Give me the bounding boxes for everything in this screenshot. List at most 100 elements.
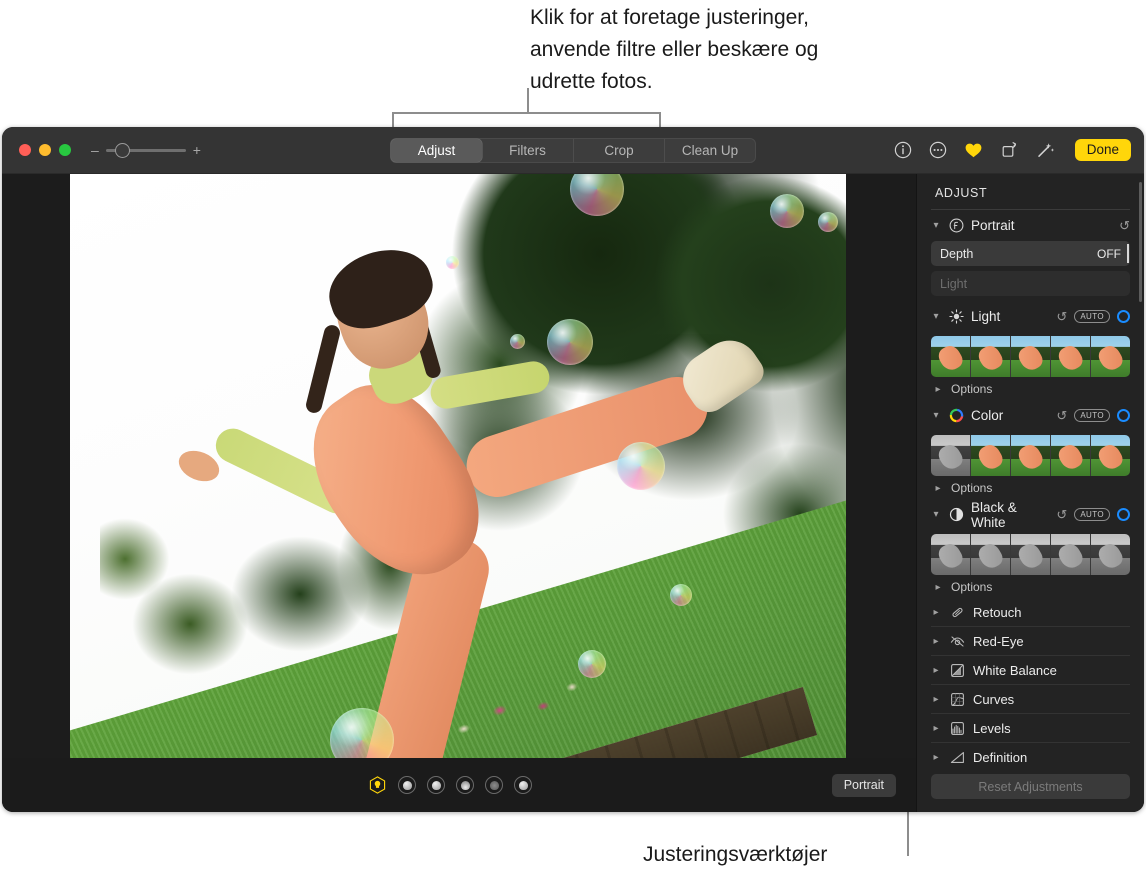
tab-crop[interactable]: Crop — [573, 139, 664, 162]
zoom-slider-knob[interactable] — [115, 143, 130, 158]
chevron-right-icon[interactable]: ▸ — [933, 582, 943, 593]
section-portrait-controls: ↺ — [1119, 218, 1130, 234]
minimize-window-button[interactable] — [39, 144, 51, 156]
portrait-mode-badge[interactable]: Portrait — [832, 774, 896, 797]
light-options-row[interactable]: ▸ Options — [931, 378, 1130, 400]
section-black-and-white-label: Black & White — [971, 500, 1049, 530]
section-white-balance[interactable]: ▸ White Balance — [931, 656, 1130, 685]
chevron-right-icon[interactable]: ▸ — [931, 607, 941, 618]
color-preview-frame[interactable] — [1011, 435, 1051, 476]
section-levels[interactable]: ▸ Levels — [931, 714, 1130, 743]
high-key-light-mono-icon[interactable] — [514, 776, 532, 794]
studio-light-icon[interactable] — [398, 776, 416, 794]
color-preview-frame[interactable] — [1051, 435, 1091, 476]
white-balance-icon — [949, 662, 965, 678]
section-retouch[interactable]: ▸ Retouch — [931, 598, 1130, 627]
photo-canvas[interactable]: Portrait — [2, 174, 916, 812]
chevron-right-icon[interactable]: ▸ — [931, 723, 941, 734]
light-preview-frame[interactable] — [931, 336, 971, 377]
chevron-right-icon[interactable]: ▸ — [931, 752, 941, 763]
chevron-right-icon[interactable]: ▸ — [931, 694, 941, 705]
bw-preview-frame[interactable] — [1091, 534, 1130, 575]
bottom-callout-text: Justeringsværktøjer — [643, 839, 827, 871]
favorite-heart-icon[interactable] — [964, 141, 983, 159]
auto-button[interactable]: AUTO — [1074, 310, 1110, 323]
section-curves[interactable]: ▸ Curves — [931, 685, 1130, 714]
edited-photo[interactable] — [70, 174, 846, 758]
auto-button[interactable]: AUTO — [1074, 409, 1110, 422]
close-window-button[interactable] — [19, 144, 31, 156]
light-preview-frame[interactable] — [971, 336, 1011, 377]
chevron-down-icon[interactable]: ▾ — [931, 311, 941, 322]
tab-clean-up[interactable]: Clean Up — [664, 139, 755, 162]
tab-filters[interactable]: Filters — [482, 139, 573, 162]
done-button[interactable]: Done — [1075, 139, 1131, 161]
enable-toggle-ring[interactable] — [1117, 508, 1130, 521]
chevron-right-icon[interactable]: ▸ — [933, 384, 943, 395]
lighting-effect-options[interactable] — [368, 776, 532, 795]
section-definition[interactable]: ▸ Definition — [931, 743, 1130, 764]
chevron-down-icon[interactable]: ▾ — [931, 410, 941, 421]
section-red-eye[interactable]: ▸ Red-Eye — [931, 627, 1130, 656]
tab-adjust[interactable]: Adjust — [391, 139, 482, 162]
more-options-icon[interactable] — [929, 141, 947, 159]
zoom-slider[interactable]: – + — [91, 145, 201, 155]
traffic-light-buttons — [19, 144, 71, 156]
chevron-right-icon[interactable]: ▸ — [931, 636, 941, 647]
section-black-and-white-header[interactable]: ▾ Black & White ↺ AUTO — [931, 499, 1130, 530]
revert-icon[interactable]: ↺ — [1056, 309, 1067, 325]
light-preview-strip[interactable] — [931, 336, 1130, 377]
zoom-slider-track[interactable] — [106, 149, 186, 152]
section-white-balance-label: White Balance — [973, 663, 1130, 678]
portrait-depth-row[interactable]: Depth OFF — [931, 241, 1130, 266]
black-and-white-preview-strip[interactable] — [931, 534, 1130, 575]
revert-icon[interactable]: ↺ — [1056, 408, 1067, 424]
edit-mode-tabs[interactable]: Adjust Filters Crop Clean Up — [390, 138, 756, 163]
revert-icon[interactable]: ↺ — [1119, 218, 1130, 234]
black-and-white-options-row[interactable]: ▸ Options — [931, 576, 1130, 598]
maximize-window-button[interactable] — [59, 144, 71, 156]
section-portrait-header[interactable]: ▾ Portrait ↺ — [931, 210, 1130, 241]
panel-scrollbar[interactable] — [1139, 182, 1142, 302]
stage-light-mono-icon[interactable] — [485, 776, 503, 794]
portrait-depth-slider-handle[interactable] — [1127, 244, 1129, 263]
chevron-right-icon[interactable]: ▸ — [933, 483, 943, 494]
enable-toggle-ring[interactable] — [1117, 409, 1130, 422]
stage-light-icon[interactable] — [456, 776, 474, 794]
auto-enhance-wand-icon[interactable] — [1036, 141, 1055, 159]
section-color-label: Color — [971, 408, 1049, 423]
section-color-header[interactable]: ▾ Color ↺ AUTO — [931, 400, 1130, 431]
light-preview-frame[interactable] — [1091, 336, 1130, 377]
adjust-panel-scroll-area[interactable]: ADJUST ▾ Portrait ↺ Depth — [917, 174, 1144, 764]
photo-bubble — [446, 256, 459, 269]
revert-icon[interactable]: ↺ — [1056, 507, 1067, 523]
color-preview-frame[interactable] — [931, 435, 971, 476]
portrait-light-row[interactable]: Light — [931, 271, 1130, 296]
bw-preview-frame[interactable] — [971, 534, 1011, 575]
zoom-out-icon[interactable]: – — [91, 145, 99, 155]
titlebar-right-tools: Done — [894, 139, 1131, 161]
bw-preview-frame[interactable] — [1051, 534, 1091, 575]
info-icon[interactable] — [894, 141, 912, 159]
portrait-light-label: Light — [940, 277, 967, 291]
auto-button[interactable]: AUTO — [1074, 508, 1110, 521]
contour-light-icon[interactable] — [427, 776, 445, 794]
natural-light-cube-icon[interactable] — [368, 776, 387, 795]
color-preview-frame[interactable] — [971, 435, 1011, 476]
light-preview-frame[interactable] — [1051, 336, 1091, 377]
rotate-icon[interactable] — [1000, 141, 1019, 159]
reset-adjustments-button[interactable]: Reset Adjustments — [931, 774, 1130, 799]
chevron-down-icon[interactable]: ▾ — [931, 220, 941, 231]
color-options-row[interactable]: ▸ Options — [931, 477, 1130, 499]
section-light-header[interactable]: ▾ Light ↺ AUTO — [931, 301, 1130, 332]
zoom-in-icon[interactable]: + — [193, 145, 201, 155]
light-preview-frame[interactable] — [1011, 336, 1051, 377]
enable-toggle-ring[interactable] — [1117, 310, 1130, 323]
color-preview-frame[interactable] — [1091, 435, 1130, 476]
chevron-down-icon[interactable]: ▾ — [931, 509, 941, 520]
bw-preview-frame[interactable] — [1011, 534, 1051, 575]
bw-preview-frame[interactable] — [931, 534, 971, 575]
photo-bubble — [617, 442, 665, 490]
chevron-right-icon[interactable]: ▸ — [931, 665, 941, 676]
color-preview-strip[interactable] — [931, 435, 1130, 476]
